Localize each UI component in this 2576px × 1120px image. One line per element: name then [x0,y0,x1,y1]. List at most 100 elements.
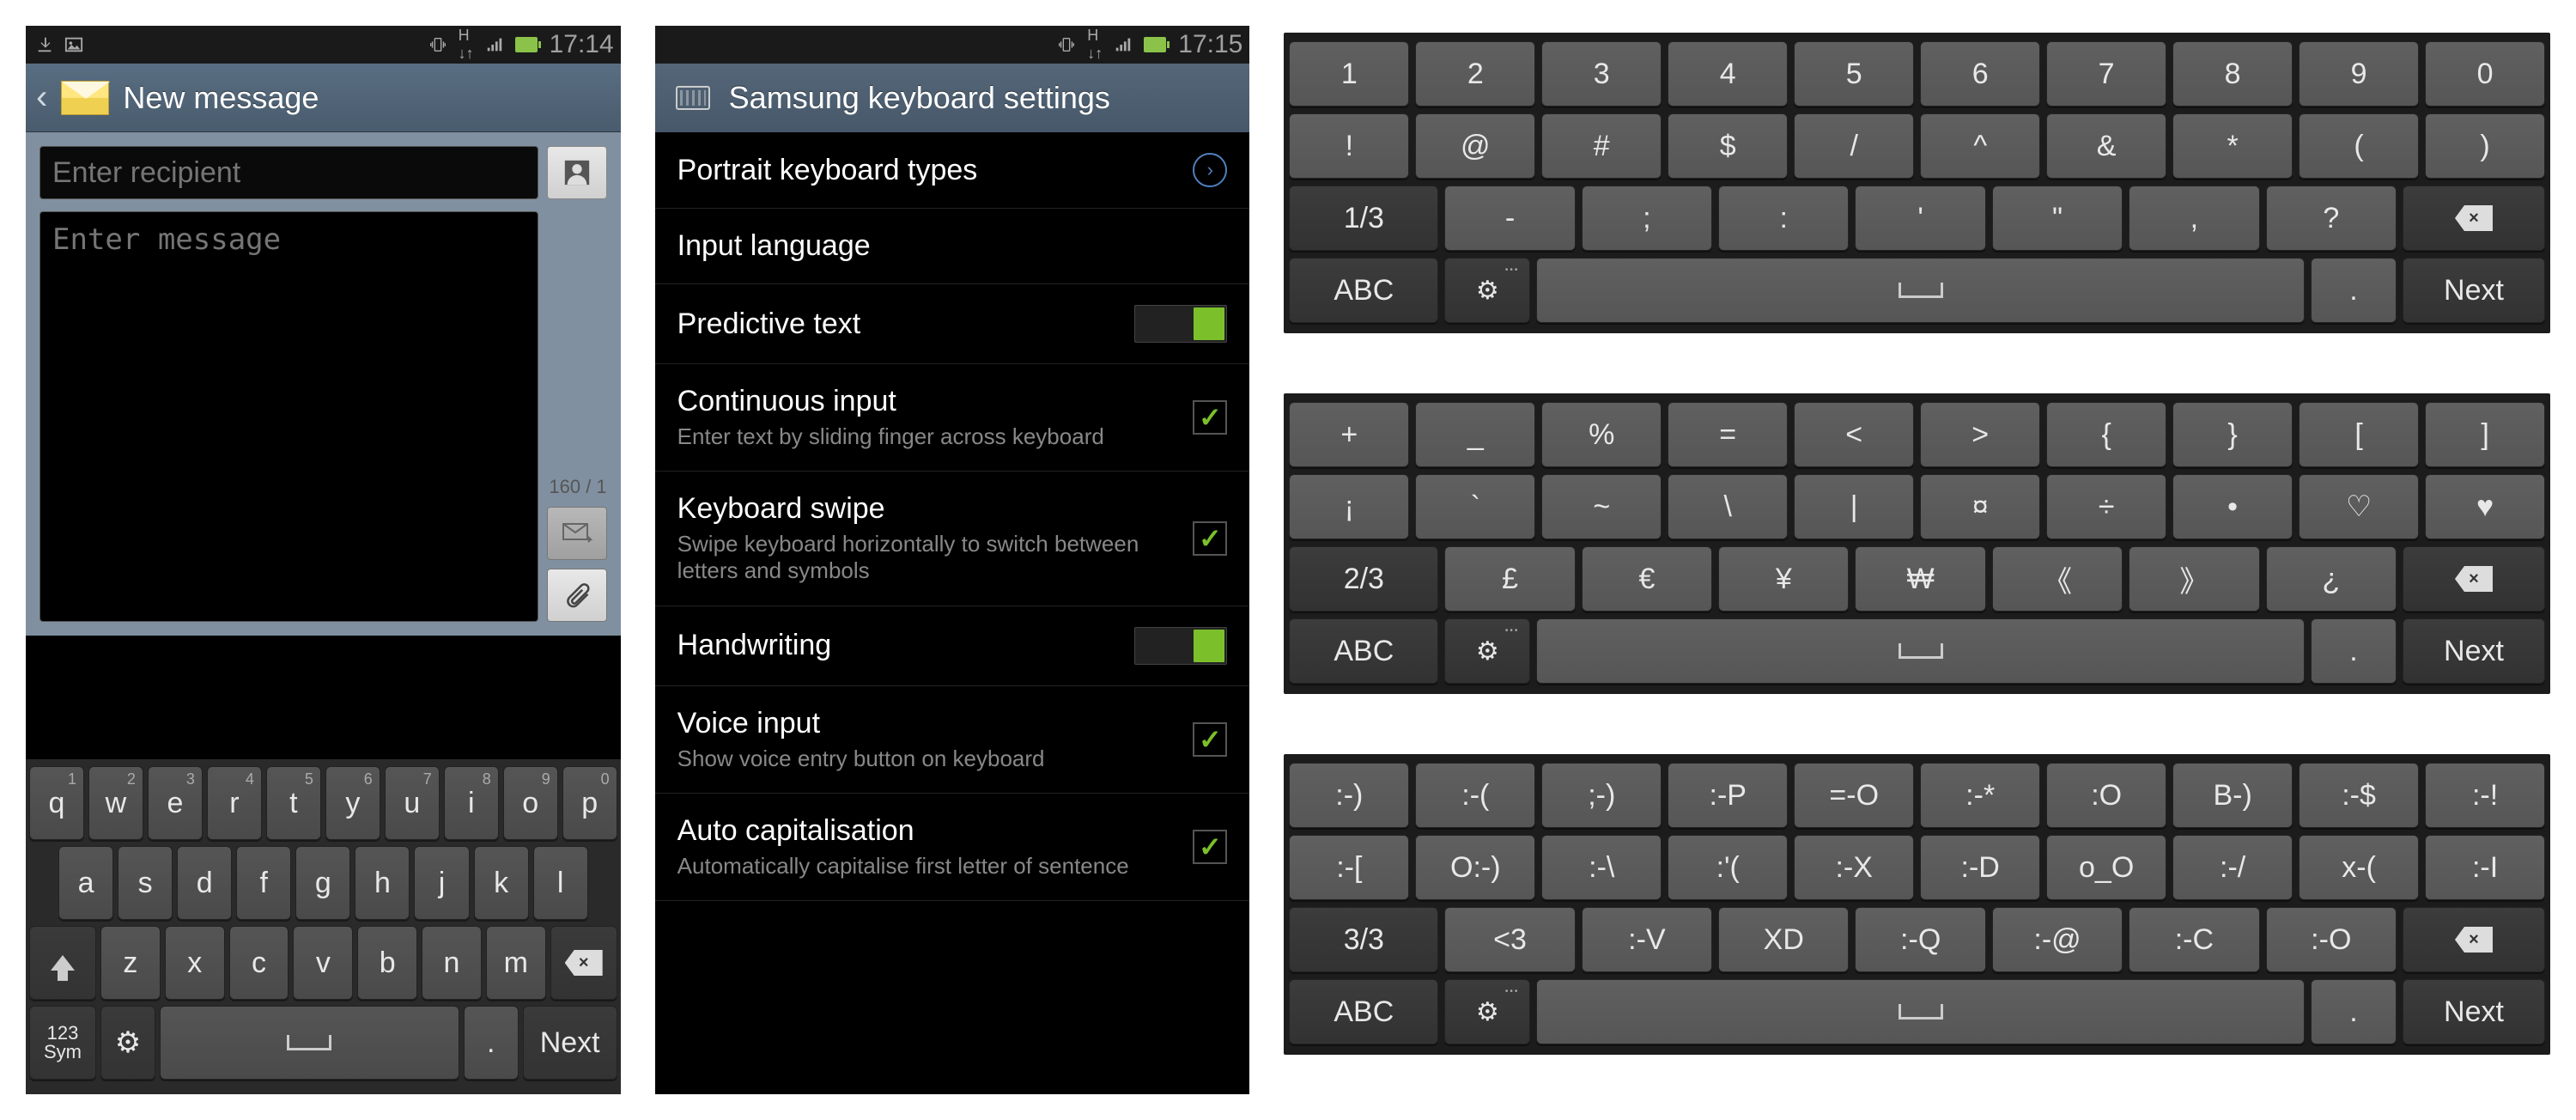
key[interactable]: ÷ [2046,474,2166,539]
backspace-key[interactable]: × [2403,186,2545,251]
space-key[interactable] [160,1006,459,1080]
settings-key[interactable]: ⚙••• [1444,258,1530,323]
key[interactable]: ? [2266,186,2397,251]
key[interactable]: 9 [2299,41,2419,107]
key-b[interactable]: b [357,926,417,1000]
key[interactable]: 1 [1289,41,1409,107]
key[interactable]: :-C [2129,907,2259,972]
key-x[interactable]: x [165,926,225,1000]
backspace-key[interactable]: × [2403,907,2545,972]
key[interactable]: ) [2425,113,2545,179]
key[interactable]: :-\ [1541,835,1662,900]
space-key[interactable] [1536,979,2305,1044]
key[interactable]: ¤ [1920,474,2040,539]
key[interactable]: \ [1668,474,1788,539]
key[interactable]: :-! [2425,763,2545,828]
key-r[interactable]: 4r [207,766,262,840]
key-z[interactable]: z [100,926,161,1000]
key-a[interactable]: a [58,846,113,920]
key[interactable]: ` [1415,474,1535,539]
setting-item[interactable]: Predictive text [655,284,1250,364]
key[interactable]: 6 [1920,41,2040,107]
key-t[interactable]: 5t [266,766,321,840]
checkbox[interactable]: ✓ [1193,830,1227,864]
key-p[interactable]: 0p [562,766,617,840]
symbol-key[interactable]: 123 Sym [29,1006,96,1080]
key[interactable]: " [1992,186,2123,251]
key[interactable]: 2 [1415,41,1535,107]
key[interactable]: _ [1415,402,1535,467]
key[interactable]: :-/ [2172,835,2293,900]
key[interactable]: :-) [1289,763,1409,828]
key[interactable]: | [1794,474,1914,539]
key[interactable]: £ [1444,546,1575,612]
key[interactable]: $ [1668,113,1788,179]
key[interactable]: ! [1289,113,1409,179]
key[interactable]: ^ [1920,113,2040,179]
toggle-switch[interactable] [1134,627,1227,665]
key-j[interactable]: j [414,846,469,920]
shift-key[interactable] [29,926,96,1000]
key[interactable]: :-Q [1855,907,1985,972]
key[interactable]: 7 [2046,41,2166,107]
key[interactable]: 4 [1668,41,1788,107]
period-key[interactable]: . [2311,979,2397,1044]
setting-item[interactable]: Auto capitalisationAutomatically capital… [655,794,1250,901]
key-q[interactable]: 1q [29,766,84,840]
key[interactable]: :-X [1794,835,1914,900]
key-o[interactable]: 9o [503,766,558,840]
key[interactable]: :-D [1920,835,2040,900]
key[interactable]: ' [1855,186,1985,251]
key-y[interactable]: 6y [325,766,380,840]
key[interactable]: ( [2299,113,2419,179]
setting-item[interactable]: Keyboard swipeSwipe keyboard horizontall… [655,472,1250,606]
key[interactable]: / [1794,113,1914,179]
key[interactable]: , [2129,186,2259,251]
key-n[interactable]: n [422,926,482,1000]
space-key[interactable] [1536,618,2305,684]
setting-item[interactable]: Portrait keyboard types› [655,132,1250,209]
checkbox[interactable]: ✓ [1193,400,1227,435]
key[interactable]: & [2046,113,2166,179]
key[interactable]: ; [1582,186,1712,251]
key[interactable]: 3 [1541,41,1662,107]
key[interactable]: :-I [2425,835,2545,900]
key[interactable]: 8 [2172,41,2293,107]
key[interactable]: • [2172,474,2293,539]
key-g[interactable]: g [295,846,350,920]
key[interactable]: ¥ [1718,546,1849,612]
abc-key[interactable]: ABC [1289,979,1438,1044]
key-u[interactable]: 7u [385,766,440,840]
checkbox[interactable]: ✓ [1193,722,1227,757]
key[interactable]: ~ [1541,474,1662,539]
key[interactable]: € [1582,546,1712,612]
key[interactable]: XD [1718,907,1849,972]
back-icon[interactable]: ‹ [36,78,47,117]
period-key[interactable]: . [2311,618,2397,684]
setting-item[interactable]: Input language [655,209,1250,284]
key-f[interactable]: f [236,846,291,920]
key[interactable]: :'( [1668,835,1788,900]
send-button[interactable] [547,507,607,560]
key[interactable]: :-$ [2299,763,2419,828]
next-key[interactable]: Next [523,1006,617,1080]
key[interactable]: =-O [1794,763,1914,828]
recipient-input[interactable] [39,146,538,199]
key-s[interactable]: s [118,846,173,920]
add-contact-button[interactable] [547,146,607,199]
key[interactable]: :-@ [1992,907,2123,972]
period-key[interactable]: . [464,1006,519,1080]
key[interactable]: # [1541,113,1662,179]
next-key[interactable]: Next [2403,618,2545,684]
message-input[interactable] [39,211,538,622]
key-w[interactable]: 2w [88,766,143,840]
key[interactable]: ] [2425,402,2545,467]
key[interactable]: 》 [2129,546,2259,612]
period-key[interactable]: . [2311,258,2397,323]
key-v[interactable]: v [293,926,353,1000]
key-h[interactable]: h [355,846,410,920]
key[interactable]: :-* [1920,763,2040,828]
key[interactable]: :-[ [1289,835,1409,900]
key[interactable]: :-( [1415,763,1535,828]
settings-key[interactable]: ⚙••• [1444,979,1530,1044]
